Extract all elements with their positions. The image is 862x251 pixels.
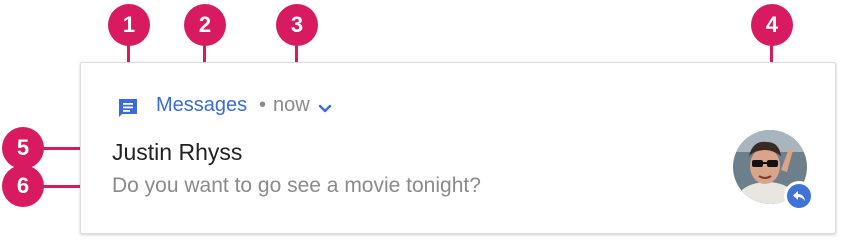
app-name: Messages <box>156 94 248 116</box>
reply-icon[interactable] <box>784 181 814 211</box>
notification-text: Do you want to go see a movie tonight? <box>112 174 481 197</box>
callout-4: 4 <box>751 4 793 46</box>
callout-1: 1 <box>108 4 150 46</box>
chevron-down-icon[interactable] <box>318 101 332 113</box>
callout-5: 5 <box>2 127 44 169</box>
callout-6: 6 <box>2 165 44 207</box>
callout-2: 2 <box>184 4 226 46</box>
messages-icon <box>116 96 140 120</box>
timestamp: now <box>273 94 310 116</box>
callout-3: 3 <box>276 4 318 46</box>
header-separator: • <box>259 94 267 116</box>
notification-title: Justin Rhyss <box>112 139 243 165</box>
